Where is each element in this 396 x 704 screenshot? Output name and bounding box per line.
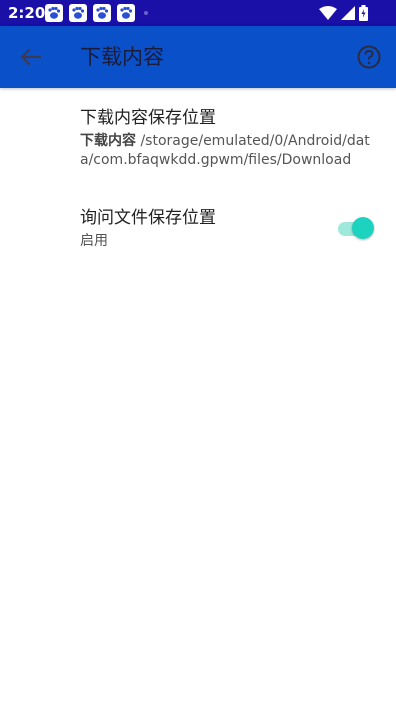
more-notifications-dot [144, 11, 148, 15]
status-bar: 2:20 [0, 0, 396, 26]
pref-title: 询问文件保存位置 [80, 208, 216, 228]
page-title: 下载内容 [80, 45, 164, 69]
baidu-icon [45, 4, 63, 22]
baidu-icon [117, 4, 135, 22]
ask-save-location-switch[interactable] [336, 217, 376, 241]
pref-summary: 启用 [80, 233, 108, 249]
switch-thumb [352, 217, 374, 239]
wifi-icon [319, 6, 337, 20]
help-button[interactable] [356, 44, 382, 70]
pref-ask-save-location[interactable]: 询问文件保存位置 启用 [80, 206, 380, 251]
status-time: 2:20 [8, 4, 46, 22]
pref-title: 下载内容保存位置 [80, 108, 216, 128]
pref-download-location[interactable]: 下载内容保存位置 下载内容 /storage/emulated/0/Androi… [80, 106, 380, 170]
signal-icon [341, 6, 355, 20]
arrow-back-icon [20, 48, 42, 66]
pref-summary-label: 下载内容 [80, 133, 136, 149]
battery-icon [359, 5, 368, 21]
back-button[interactable] [14, 41, 46, 73]
pref-summary: 下载内容 /storage/emulated/0/Android/data/co… [80, 132, 380, 170]
notification-icons [45, 4, 148, 22]
app-bar: 下载内容 [0, 26, 396, 88]
help-circle-icon [357, 45, 381, 69]
baidu-icon [93, 4, 111, 22]
baidu-icon [69, 4, 87, 22]
system-icons [315, 5, 368, 21]
